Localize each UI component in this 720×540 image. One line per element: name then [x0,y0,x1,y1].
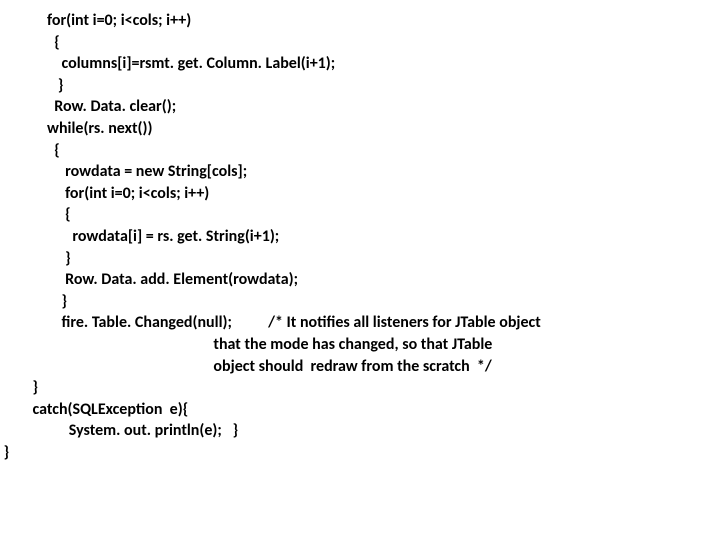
code-line: that the mode has changed, so that JTabl… [0,335,492,354]
code-line: { [0,205,71,224]
code-line: object should redraw from the scratch */ [0,357,492,376]
code-line: for(int i=0; i<cols; i++) [0,11,191,30]
code-line: } [0,443,9,462]
code-line: fire. Table. Changed(null); /* It notifi… [0,313,541,332]
code-line: } [0,249,71,268]
code-line: } [0,378,38,397]
code-line: System. out. println(e); } [0,421,238,440]
code-line: columns[i]=rsmt. get. Column. Label(i+1)… [0,54,335,73]
code-line: { [0,33,60,52]
code-line: } [0,292,67,311]
code-block: for(int i=0; i<cols; i++) { columns[i]=r… [0,10,541,463]
code-line: while(rs. next()) [0,119,152,138]
code-line: Row. Data. clear(); [0,97,176,116]
code-line: for(int i=0; i<cols; i++) [0,184,209,203]
code-line: catch(SQLException e){ [0,400,188,419]
code-line: rowdata[i] = rs. get. String(i+1); [0,227,279,246]
code-line: Row. Data. add. Element(rowdata); [0,270,298,289]
code-line: { [0,141,60,160]
code-line: rowdata = new String[cols]; [0,162,247,181]
code-line: } [0,76,63,95]
